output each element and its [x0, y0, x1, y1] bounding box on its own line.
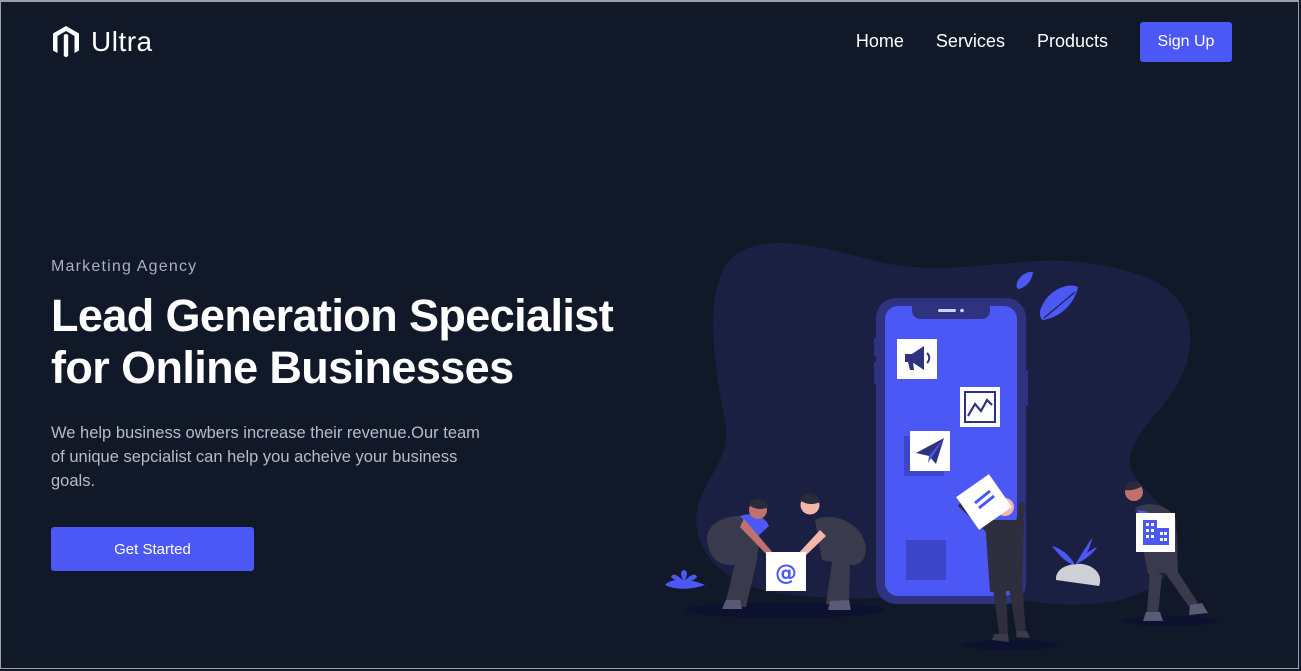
nav-menu: Home Services Products — [856, 31, 1108, 52]
at-sign-card: @ — [766, 552, 806, 591]
brand-name: Ultra — [91, 26, 153, 57]
nav-link-products[interactable]: Products — [1037, 31, 1108, 52]
paper-plane-icon — [904, 431, 950, 476]
hero-headline: Lead Generation Specialist for Online Bu… — [51, 290, 671, 394]
at-sign-icon: @ — [775, 561, 797, 586]
hexagon-m-logo-icon — [53, 26, 79, 58]
plant-left — [665, 570, 705, 589]
hero-eyebrow: Marketing Agency — [51, 258, 198, 275]
nav-link-services[interactable]: Services — [936, 31, 1005, 52]
ground-shadow — [962, 640, 1058, 650]
chart-icon — [960, 387, 1000, 427]
building-card — [1136, 513, 1175, 552]
megaphone-icon — [897, 339, 937, 379]
brand-link[interactable]: Ultra — [52, 25, 153, 59]
ground-shadow — [1122, 616, 1218, 626]
ground-shadow — [685, 602, 885, 618]
placeholder-tile — [906, 540, 946, 580]
hero-illustration: @ — [665, 243, 1218, 650]
navbar: Ultra Home Services Products Sign Up — [0, 0, 1301, 84]
hero-headline-line-1: Lead Generation Specialist — [51, 290, 614, 341]
hero-headline-line-2: for Online Businesses — [51, 342, 514, 393]
hero-description: We help business owbers increase their r… — [51, 424, 480, 490]
nav-link-home[interactable]: Home — [856, 31, 904, 52]
sign-up-button[interactable]: Sign Up — [1140, 22, 1232, 62]
get-started-button[interactable]: Get Started — [51, 527, 254, 571]
